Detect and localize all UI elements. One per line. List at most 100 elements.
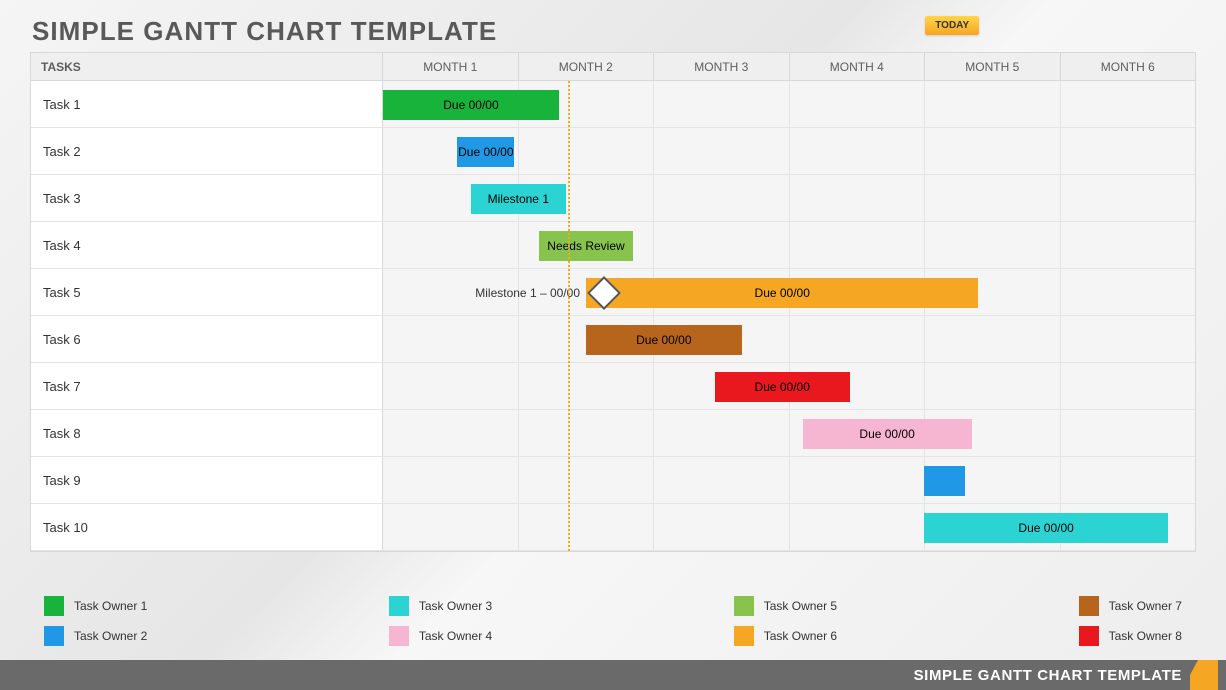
- legend-label: Task Owner 7: [1109, 599, 1182, 613]
- task-name: Task 3: [31, 175, 383, 221]
- grid-cell: [925, 81, 1061, 127]
- grid-cell: [654, 222, 790, 268]
- gantt-bar[interactable]: Needs Review: [539, 231, 634, 261]
- gantt-bar[interactable]: Due 00/00: [715, 372, 850, 402]
- legend-label: Task Owner 3: [419, 599, 492, 613]
- today-badge: TODAY: [925, 16, 979, 35]
- legend-col-0: Task Owner 1 Task Owner 2: [44, 596, 147, 646]
- grid-cell: [383, 410, 519, 456]
- gantt-bar-label: Due 00/00: [636, 333, 691, 347]
- legend-label: Task Owner 8: [1109, 629, 1182, 643]
- legend: Task Owner 1Task Owner 2 Task Owner 3Tas…: [44, 596, 1182, 646]
- grid-cell: [790, 81, 926, 127]
- grid-cell: [654, 128, 790, 174]
- header-month-4: MONTH 4: [790, 53, 926, 80]
- header-tasks: TASKS: [31, 53, 383, 80]
- legend-col-2: Task Owner 5 Task Owner 6: [734, 596, 837, 646]
- legend-label: Task Owner 2: [74, 629, 147, 643]
- gantt-grid: TASKS MONTH 1 MONTH 2 MONTH 3 MONTH 4 MO…: [30, 52, 1196, 552]
- grid-cell: [383, 222, 519, 268]
- gantt-bar[interactable]: Due 00/00: [924, 513, 1168, 543]
- legend-swatch-icon: [1079, 626, 1099, 646]
- grid-cell: [925, 128, 1061, 174]
- legend-item: Task Owner 6: [734, 626, 837, 646]
- grid-cell: [925, 222, 1061, 268]
- grid-cell: [790, 504, 926, 550]
- legend-item: Task Owner 8: [1079, 626, 1182, 646]
- gantt-row: Task 9: [31, 457, 1195, 504]
- grid-cell: [1061, 269, 1196, 315]
- grid-cell: [383, 363, 519, 409]
- header-month-1: MONTH 1: [383, 53, 519, 80]
- grid-cell: [1061, 410, 1196, 456]
- grid-cell: [925, 316, 1061, 362]
- header-month-3: MONTH 3: [654, 53, 790, 80]
- header-month-2: MONTH 2: [519, 53, 655, 80]
- grid-cell: [519, 457, 655, 503]
- gantt-bar[interactable]: [924, 466, 965, 496]
- legend-item: Task Owner 4: [389, 626, 492, 646]
- page-title: SIMPLE GANTT CHART TEMPLATE: [32, 16, 497, 47]
- grid-cell: [925, 363, 1061, 409]
- grid-cell: [1061, 457, 1196, 503]
- task-name: Task 4: [31, 222, 383, 268]
- grid-cell: [654, 81, 790, 127]
- header-month-5: MONTH 5: [925, 53, 1061, 80]
- legend-item: Task Owner 7: [1079, 596, 1182, 616]
- task-name: Task 2: [31, 128, 383, 174]
- gantt-bar-label: Due 00/00: [755, 380, 810, 394]
- task-name: Task 10: [31, 504, 383, 550]
- gantt-row: Task 7: [31, 363, 1195, 410]
- grid-cell: [383, 504, 519, 550]
- gantt-bar-label: Milestone 1: [488, 192, 549, 206]
- grid-cell: [654, 410, 790, 456]
- footer-accent-icon: [1190, 660, 1218, 690]
- grid-cell: [1061, 363, 1196, 409]
- gantt-rows: Task 1Task 2Task 3Task 4Task 5Task 6Task…: [31, 81, 1195, 551]
- legend-item: Task Owner 3: [389, 596, 492, 616]
- legend-swatch-icon: [389, 626, 409, 646]
- grid-cell: [654, 504, 790, 550]
- gantt-bar[interactable]: Due 00/00: [586, 278, 978, 308]
- grid-cell: [519, 363, 655, 409]
- legend-label: Task Owner 5: [764, 599, 837, 613]
- gantt-bar-label: Due 00/00: [859, 427, 914, 441]
- grid-cell: [654, 175, 790, 221]
- legend-swatch-icon: [1079, 596, 1099, 616]
- footer-title: SIMPLE GANTT CHART TEMPLATE: [914, 667, 1182, 684]
- legend-swatch-icon: [734, 596, 754, 616]
- footer-bar: SIMPLE GANTT CHART TEMPLATE: [0, 660, 1226, 690]
- task-name: Task 5: [31, 269, 383, 315]
- grid-cell: [790, 128, 926, 174]
- grid-cell: [925, 175, 1061, 221]
- gantt-row: Task 8: [31, 410, 1195, 457]
- legend-label: Task Owner 1: [74, 599, 147, 613]
- gantt-bar[interactable]: Due 00/00: [383, 90, 559, 120]
- gantt-bar[interactable]: Milestone 1: [471, 184, 566, 214]
- gantt-row: Task 2: [31, 128, 1195, 175]
- legend-col-1: Task Owner 3 Task Owner 4: [389, 596, 492, 646]
- header-month-6: MONTH 6: [1061, 53, 1196, 80]
- legend-item: Task Owner 1: [44, 596, 147, 616]
- gantt-row: Task 1: [31, 81, 1195, 128]
- task-name: Task 9: [31, 457, 383, 503]
- grid-cell: [383, 457, 519, 503]
- legend-item: Task Owner 2: [44, 626, 147, 646]
- gantt-bar[interactable]: Due 00/00: [457, 137, 514, 167]
- grid-cell: [1061, 316, 1196, 362]
- grid-cell: [790, 222, 926, 268]
- legend-item: Task Owner 5: [734, 596, 837, 616]
- legend-label: Task Owner 4: [419, 629, 492, 643]
- gantt-header: TASKS MONTH 1 MONTH 2 MONTH 3 MONTH 4 MO…: [31, 53, 1195, 81]
- gantt-bar-label: Due 00/00: [755, 286, 810, 300]
- grid-cell: [1061, 81, 1196, 127]
- gantt-bar[interactable]: Due 00/00: [803, 419, 972, 449]
- gantt-bar-label: Due 00/00: [443, 98, 498, 112]
- task-name: Task 6: [31, 316, 383, 362]
- legend-col-3: Task Owner 7 Task Owner 8: [1079, 596, 1182, 646]
- gantt-bar[interactable]: Due 00/00: [586, 325, 742, 355]
- legend-swatch-icon: [44, 626, 64, 646]
- legend-swatch-icon: [734, 626, 754, 646]
- grid-cell: [790, 316, 926, 362]
- grid-cell: [1061, 175, 1196, 221]
